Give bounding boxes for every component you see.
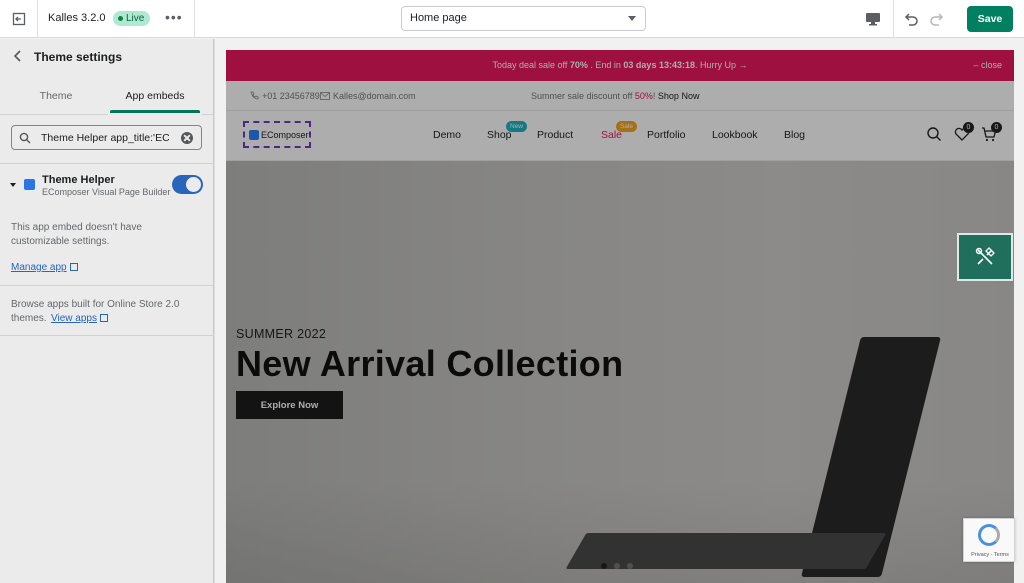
sale-percent: 50% bbox=[634, 91, 653, 101]
slider-dot[interactable] bbox=[614, 563, 620, 569]
redo-icon bbox=[930, 13, 944, 26]
sidebar-title: Theme settings bbox=[34, 50, 123, 64]
tab-theme[interactable]: Theme bbox=[10, 81, 102, 115]
save-highlight: Save bbox=[963, 1, 1019, 36]
page-selector[interactable]: Home page bbox=[401, 6, 646, 31]
nav-blog[interactable]: Blog bbox=[784, 129, 805, 141]
hero-headline: New Arrival Collection bbox=[236, 343, 624, 384]
cart-count: 0 bbox=[991, 122, 1002, 133]
page-selector-value: Home page bbox=[410, 12, 467, 24]
search-value: Theme Helper app_title:'EC bbox=[41, 132, 169, 144]
sale-text: Summer sale discount off 50%! Shop Now bbox=[531, 81, 699, 111]
divider bbox=[0, 285, 214, 286]
announcement-suffix[interactable]: . Hurry Up → bbox=[695, 60, 748, 70]
exit-button[interactable] bbox=[0, 0, 38, 38]
manage-app-row: Manage app bbox=[11, 261, 201, 275]
app-icon bbox=[24, 179, 35, 190]
wishlist-count: 0 bbox=[963, 122, 974, 133]
email-text: Kalles@domain.com bbox=[320, 81, 416, 111]
email-address: Kalles@domain.com bbox=[333, 91, 416, 101]
desktop-icon bbox=[866, 13, 880, 26]
exit-icon bbox=[12, 12, 25, 26]
search-input[interactable]: Theme Helper app_title:'EC bbox=[11, 125, 202, 150]
search-icon bbox=[19, 132, 31, 144]
slider-dot[interactable] bbox=[627, 563, 633, 569]
hero-slider: SUMMER 2022 New Arrival Collection Explo… bbox=[226, 161, 1014, 583]
divider bbox=[0, 163, 214, 164]
embed-subtitle: EComposer Visual Page Builder bbox=[42, 187, 171, 197]
logo[interactable]: EComposer bbox=[243, 121, 311, 148]
sidebar-header: Theme settings bbox=[0, 39, 214, 75]
phone-icon bbox=[250, 91, 259, 100]
nav-portfolio[interactable]: Portfolio bbox=[647, 129, 686, 141]
save-button[interactable]: Save bbox=[967, 6, 1013, 32]
recaptcha-icon bbox=[978, 524, 1000, 546]
desktop-view-button[interactable] bbox=[862, 8, 884, 30]
chevron-down-icon[interactable] bbox=[10, 183, 16, 187]
phone-number: +01 23456789 bbox=[262, 91, 320, 101]
countdown: 03 days 13:43:18 bbox=[623, 60, 695, 70]
ecomposer-logo-icon bbox=[249, 129, 259, 140]
slider-dot[interactable] bbox=[601, 563, 607, 569]
live-badge: Live bbox=[113, 11, 151, 26]
undo-icon bbox=[904, 13, 918, 26]
chevron-down-icon bbox=[628, 16, 636, 21]
explore-now-button[interactable]: Explore Now bbox=[236, 391, 343, 419]
ecomposer-float-button[interactable] bbox=[957, 233, 1013, 281]
manage-app-link[interactable]: Manage app bbox=[11, 262, 67, 273]
store-nav: EComposer Demo Shop New Product Sale Sal… bbox=[226, 111, 1014, 161]
top-bar: Kalles 3.2.0 Live ••• Home page Save bbox=[0, 0, 1024, 38]
tools-icon bbox=[975, 247, 995, 265]
theme-name: Kalles 3.2.0 bbox=[48, 12, 106, 24]
embed-name: Theme Helper bbox=[42, 174, 115, 186]
info-bar: +01 23456789 Kalles@domain.com Summer sa… bbox=[226, 81, 1014, 111]
announcement-close[interactable]: – close bbox=[973, 50, 1002, 81]
app-embed-theme-helper[interactable]: Theme Helper EComposer Visual Page Build… bbox=[7, 166, 207, 206]
external-link-icon bbox=[99, 314, 108, 322]
announcement-text: Today deal sale off 70% . End in 03 days… bbox=[226, 50, 1014, 81]
divider bbox=[194, 0, 195, 38]
external-link-icon bbox=[69, 263, 78, 271]
divider bbox=[893, 0, 894, 38]
badge-new: New bbox=[506, 121, 528, 132]
view-apps-row: View apps bbox=[51, 312, 171, 326]
nav-lookbook[interactable]: Lookbook bbox=[712, 129, 758, 141]
view-apps-link[interactable]: View apps bbox=[51, 313, 97, 324]
announcement-mid: . End in bbox=[587, 60, 624, 70]
clear-icon[interactable] bbox=[181, 132, 193, 144]
toggle-knob bbox=[186, 177, 201, 192]
more-actions-button[interactable]: ••• bbox=[165, 9, 183, 25]
undo-button[interactable] bbox=[900, 8, 922, 30]
recaptcha-badge[interactable]: Privacy - Terms bbox=[963, 518, 1015, 562]
storefront-preview: Today deal sale off 70% . End in 03 days… bbox=[226, 50, 1014, 583]
slider-dots bbox=[601, 563, 633, 569]
mail-icon bbox=[320, 92, 330, 100]
sidebar-tabs: Theme App embeds bbox=[0, 81, 214, 115]
logo-text: EComposer bbox=[261, 129, 309, 140]
embed-toggle[interactable] bbox=[172, 175, 203, 194]
announcement-percent: 70% bbox=[569, 60, 588, 70]
nav-demo[interactable]: Demo bbox=[433, 129, 461, 141]
back-arrow-icon[interactable] bbox=[12, 50, 24, 62]
divider bbox=[0, 335, 214, 336]
phone-text: +01 23456789 bbox=[250, 81, 320, 111]
redo-button[interactable] bbox=[926, 8, 948, 30]
search-icon[interactable] bbox=[926, 126, 942, 142]
hero-kicker: SUMMER 2022 bbox=[236, 327, 327, 341]
announcement-prefix: Today deal sale off bbox=[492, 60, 570, 70]
sidebar: Theme settings Theme App embeds Theme He… bbox=[0, 39, 214, 583]
shop-now-link[interactable]: Shop Now bbox=[658, 91, 700, 101]
sale-prefix: Summer sale discount off bbox=[531, 91, 635, 101]
announcement-bar: Today deal sale off 70% . End in 03 days… bbox=[226, 50, 1014, 81]
no-settings-text: This app embed doesn't have customizable… bbox=[11, 222, 142, 247]
nav-product[interactable]: Product bbox=[537, 129, 573, 141]
tab-app-embeds[interactable]: App embeds bbox=[108, 81, 202, 115]
badge-sale: Sale bbox=[616, 121, 638, 132]
recaptcha-text[interactable]: Privacy - Terms bbox=[964, 552, 1016, 558]
